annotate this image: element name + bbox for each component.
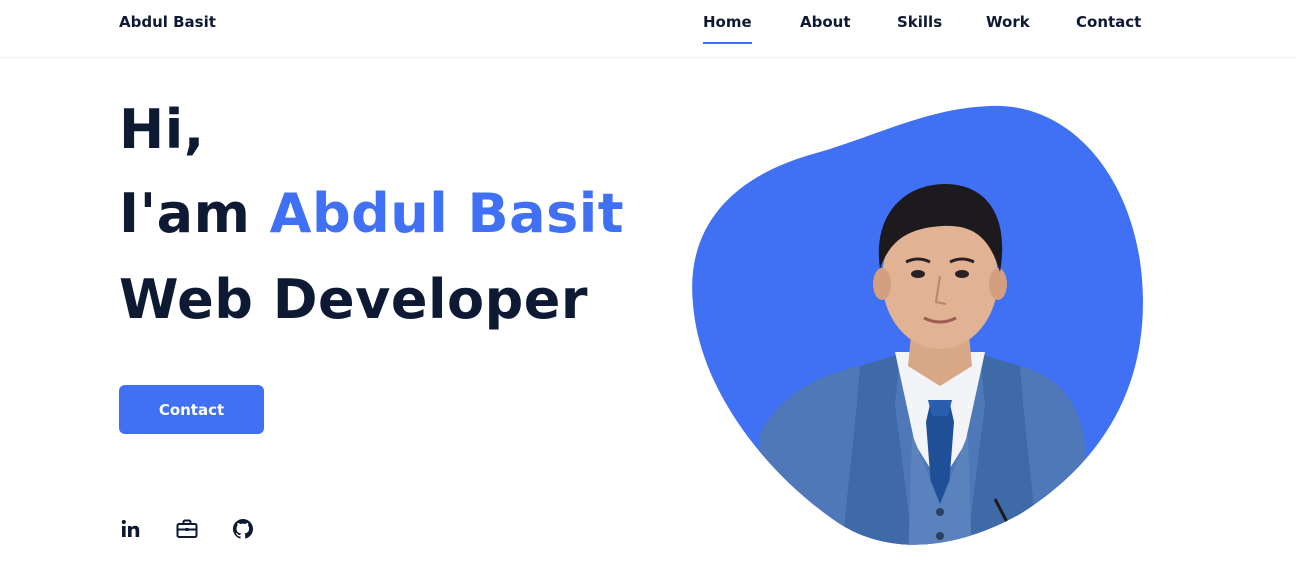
hero-intro-prefix: I'am (119, 182, 251, 245)
hero-greeting: Hi, (119, 98, 205, 161)
hero-intro: I'am Abdul Basit (119, 182, 624, 245)
contact-button[interactable]: Contact (119, 385, 264, 434)
nav-skills[interactable]: Skills (897, 13, 942, 31)
nav-contact[interactable]: Contact (1076, 13, 1141, 31)
nav-home[interactable]: Home (703, 13, 752, 44)
hero-role: Web Developer (119, 268, 589, 331)
linkedin-icon[interactable] (119, 517, 143, 541)
nav-work[interactable]: Work (986, 13, 1030, 31)
briefcase-icon[interactable] (175, 517, 199, 541)
site-header: Abdul Basit Home About Skills Work Conta… (0, 0, 1296, 58)
hero-name: Abdul Basit (269, 182, 625, 245)
nav-about[interactable]: About (800, 13, 851, 31)
hero-image (690, 104, 1146, 546)
main-nav: Home About Skills Work Contact (0, 13, 1296, 53)
github-icon[interactable] (231, 517, 255, 541)
